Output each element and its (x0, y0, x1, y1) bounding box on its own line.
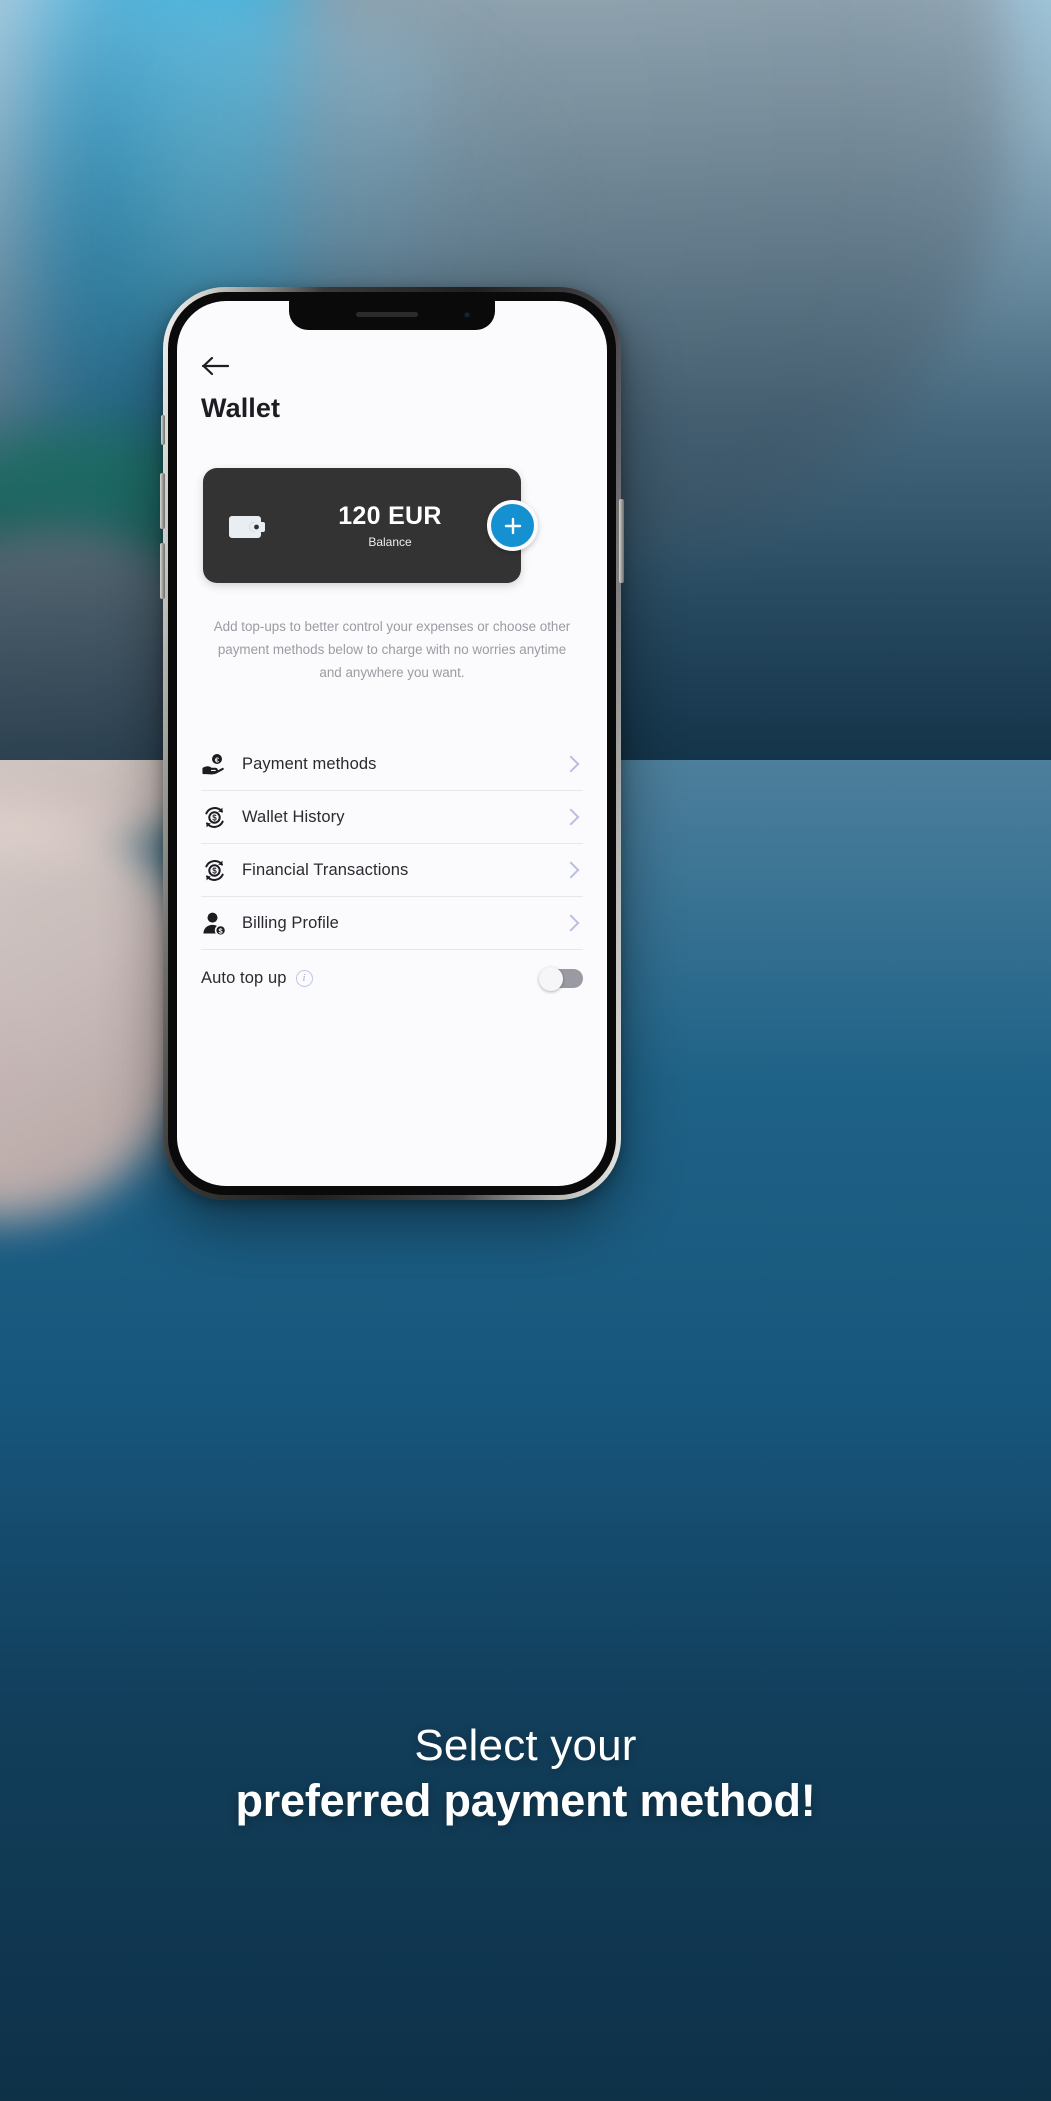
person-dollar-badge-icon: $ (201, 910, 228, 937)
svg-text:$: $ (219, 926, 223, 935)
app-screenshot: Wallet 120 EUR Balance Add top-ups to be… (0, 0, 1051, 2101)
refresh-dollar-coin-icon: $ (201, 857, 228, 884)
promo-caption: Select your preferred payment method! (0, 1718, 1051, 1830)
menu-item-billing-profile[interactable]: $ Billing Profile (201, 897, 583, 951)
refresh-dollar-coin-icon: $ (201, 804, 228, 831)
chevron-right-icon (562, 914, 580, 932)
menu-item-payment-methods[interactable]: € Payment methods (201, 738, 583, 792)
front-camera (463, 311, 471, 319)
add-funds-button[interactable] (487, 500, 538, 551)
balance-text: 120 EUR Balance (271, 502, 521, 550)
svg-text:$: $ (212, 813, 217, 822)
menu-item-label: Billing Profile (242, 913, 339, 932)
auto-top-up-row: Auto top up i (201, 950, 583, 1006)
volume-up-button[interactable] (160, 473, 165, 529)
phone-mockup: Wallet 120 EUR Balance Add top-ups to be… (160, 287, 624, 1200)
phone-screen: Wallet 120 EUR Balance Add top-ups to be… (177, 301, 607, 1186)
menu-item-financial-transactions[interactable]: $ Financial Transactions (201, 844, 583, 898)
balance-amount: 120 EUR (338, 501, 442, 530)
menu-item-label: Wallet History (242, 807, 345, 826)
balance-label: Balance (368, 535, 412, 550)
wallet-menu-list: € Payment methods $ Wallet History $ Fin… (201, 738, 583, 1006)
menu-item-label: Financial Transactions (242, 860, 409, 879)
hand-euro-coin-icon: € (201, 751, 228, 778)
earpiece-speaker (356, 312, 419, 317)
balance-card-wrapper: 120 EUR Balance (203, 468, 581, 583)
wallet-icon (227, 504, 271, 548)
caption-line-1: Select your (414, 1721, 637, 1770)
balance-card: 120 EUR Balance (203, 468, 521, 583)
auto-top-up-toggle[interactable] (539, 967, 583, 992)
chevron-right-icon (562, 755, 580, 773)
phone-bezel: Wallet 120 EUR Balance Add top-ups to be… (168, 292, 616, 1195)
wallet-description: Add top-ups to better control your expen… (213, 619, 571, 681)
caption-line-2: preferred payment method! (235, 1775, 816, 1827)
menu-item-wallet-history[interactable]: $ Wallet History (201, 791, 583, 845)
silent-switch[interactable] (161, 415, 165, 445)
power-button[interactable] (619, 499, 624, 583)
volume-down-button[interactable] (160, 543, 165, 599)
info-icon[interactable]: i (295, 969, 313, 987)
chevron-right-icon (562, 808, 580, 826)
menu-item-label: Payment methods (242, 754, 377, 773)
screen-content: Wallet 120 EUR Balance Add top-ups to be… (177, 301, 607, 1186)
chevron-right-icon (562, 861, 580, 879)
page-title: Wallet (201, 393, 281, 423)
back-arrow-icon[interactable] (201, 355, 231, 377)
toggle-knob (539, 967, 563, 992)
svg-text:$: $ (212, 866, 217, 875)
auto-top-up-label: Auto top up (201, 968, 287, 987)
phone-notch (289, 301, 495, 330)
plus-icon (504, 517, 521, 534)
